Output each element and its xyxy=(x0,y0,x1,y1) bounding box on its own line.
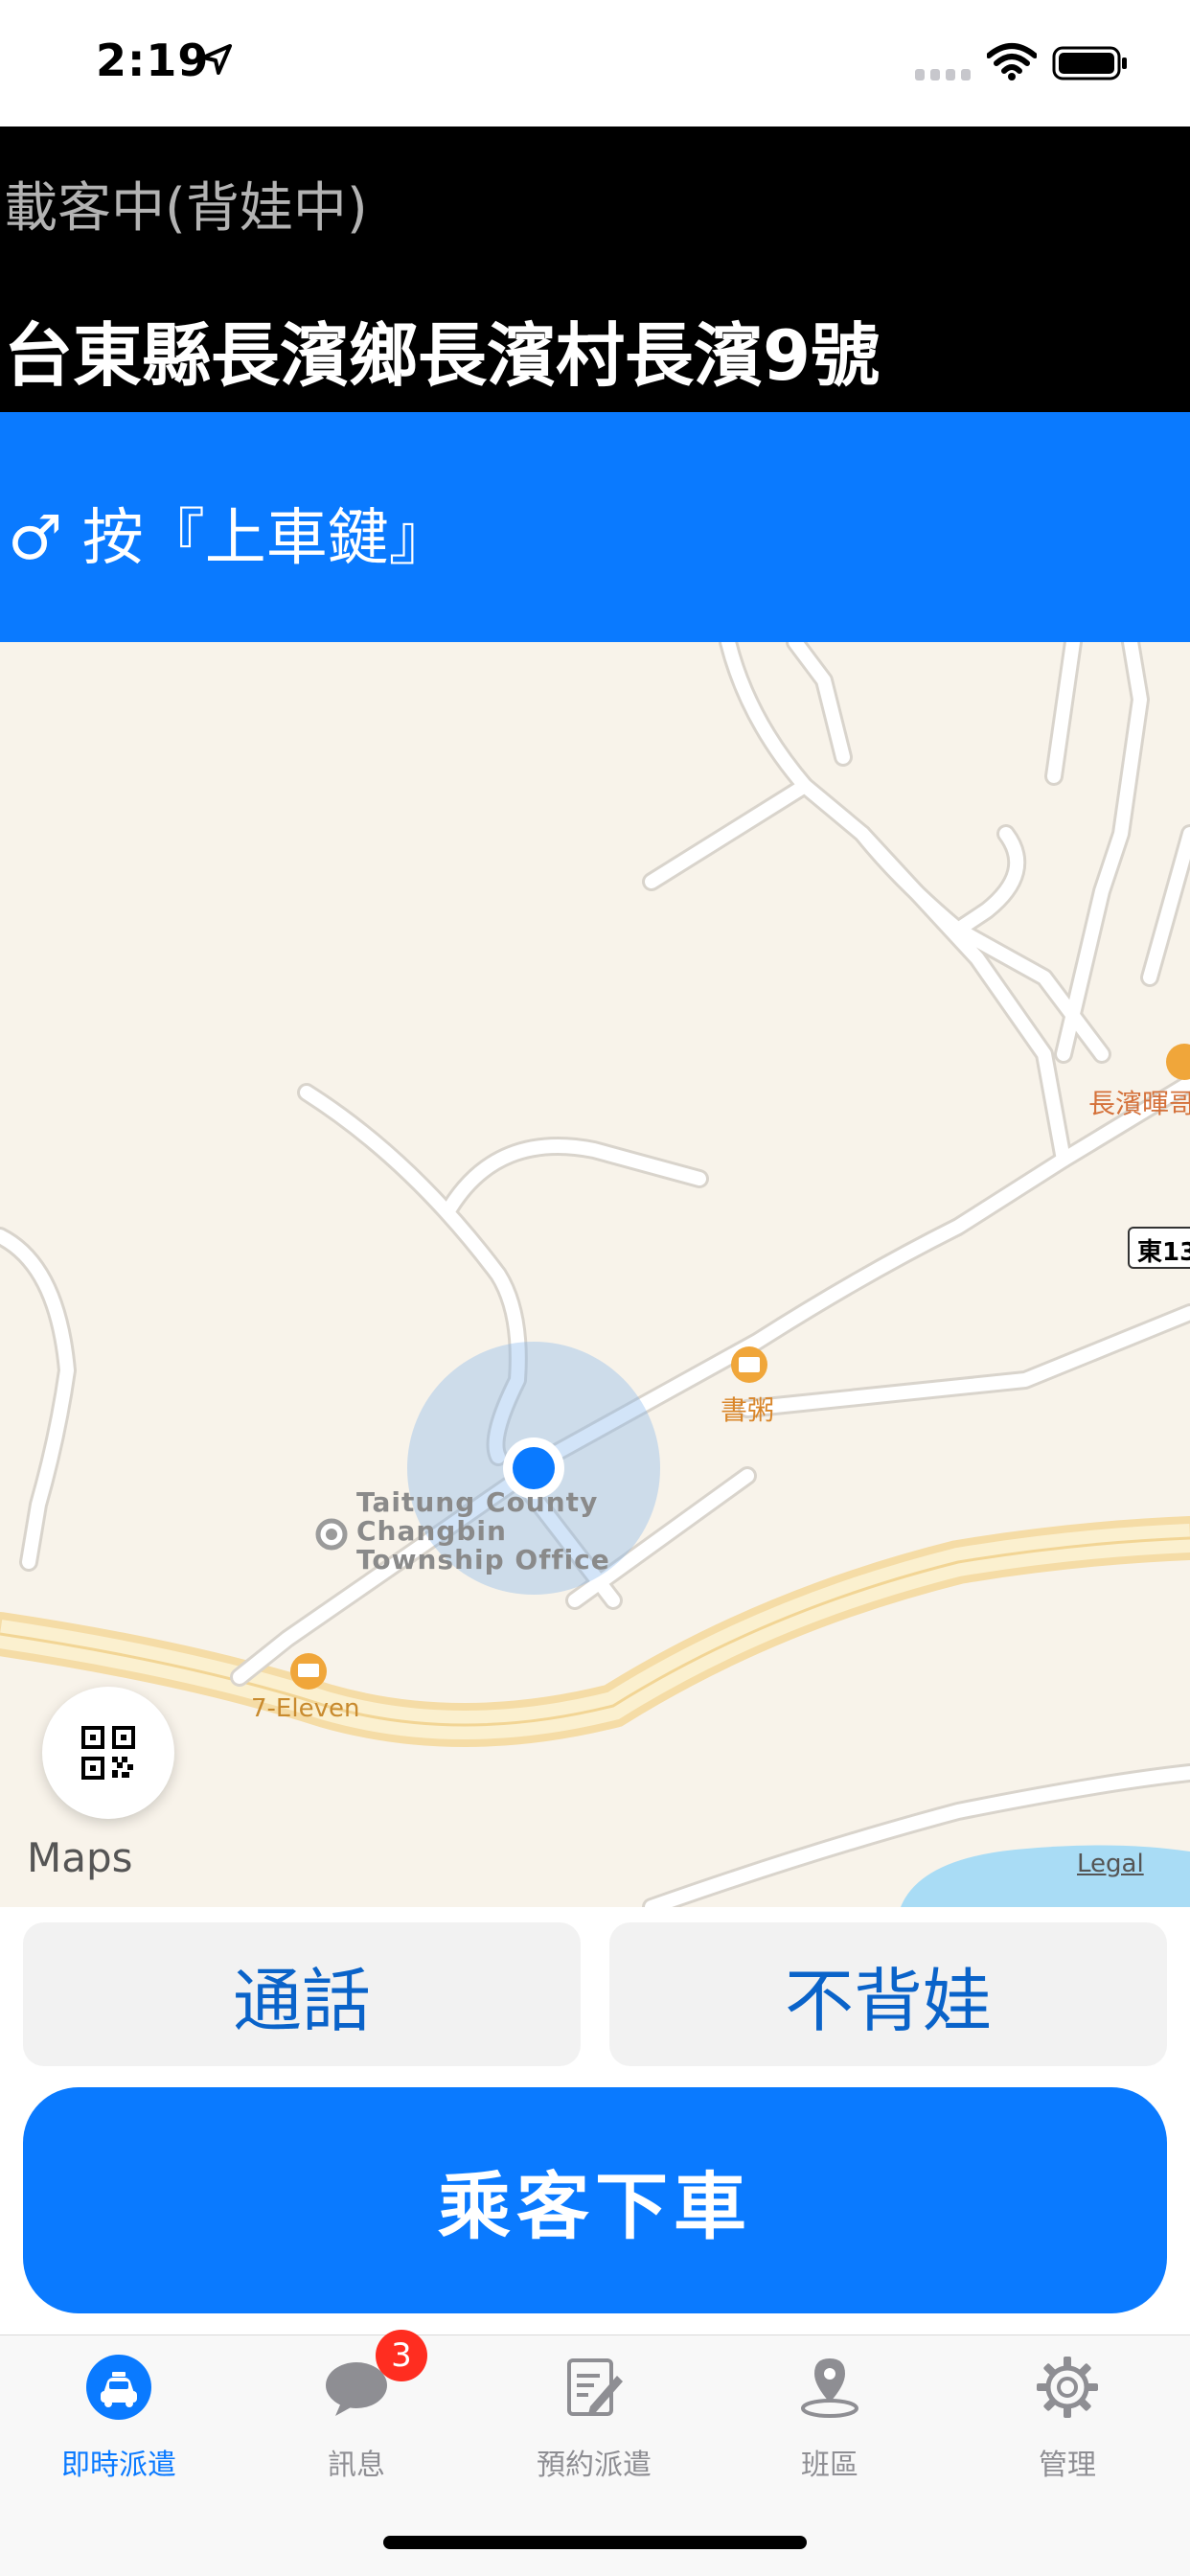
tab-management[interactable]: 管理 xyxy=(972,2355,1163,2498)
passenger-drop-off-button[interactable]: 乘客下車 xyxy=(23,2087,1167,2313)
screen: 2:19 載客中(背娃中) 台東縣長濱鄉長濱村長濱9號 ♂ 按『上車鍵』 書粥 … xyxy=(0,0,1190,2576)
taxi-icon xyxy=(86,2355,151,2420)
poi-office-label[interactable]: Taitung County Changbin Township Office xyxy=(356,1488,610,1575)
map-roads xyxy=(0,642,1190,1907)
map-view[interactable]: 書粥 長濱暉哥 Taitung County Changbin Township… xyxy=(0,642,1190,1907)
poi-seven-eleven-label[interactable]: 7-Eleven xyxy=(251,1694,359,1723)
trip-address: 台東縣長濱鄉長濱村長濱9號 xyxy=(4,315,881,396)
battery-icon xyxy=(1052,46,1127,80)
trip-header: 載客中(背娃中) 台東縣長濱鄉長濱村長濱9號 xyxy=(0,126,1190,412)
tab-label: 訊息 xyxy=(328,2449,385,2482)
road-number-sign: 東13 xyxy=(1128,1227,1190,1269)
no-carry-button[interactable]: 不背娃 xyxy=(609,1922,1167,2066)
tab-label: 預約派遣 xyxy=(537,2449,652,2482)
apple-maps-logo: Maps xyxy=(27,1834,133,1881)
tab-shift-zone[interactable]: 班區 xyxy=(734,2355,926,2498)
map-pin-icon xyxy=(801,2358,858,2418)
office-label-line: Changbin xyxy=(356,1515,507,1547)
tab-instant-dispatch[interactable]: 即時派遣 xyxy=(23,2355,215,2498)
instruction-text: ♂ 按『上車鍵』 xyxy=(8,503,450,574)
poi-bookstore-label[interactable]: 書粥 xyxy=(721,1390,774,1428)
tab-label: 班區 xyxy=(801,2449,858,2482)
gear-icon xyxy=(1037,2357,1098,2418)
status-bar: 2:19 xyxy=(0,0,1190,126)
tab-messages[interactable]: 3 訊息 xyxy=(261,2330,452,2498)
cellular-signal-icon xyxy=(915,69,971,80)
wifi-icon xyxy=(987,43,1037,80)
notepad-edit-icon xyxy=(567,2358,623,2416)
tab-label: 即時派遣 xyxy=(61,2449,176,2482)
maps-logo-text: Maps xyxy=(27,1834,133,1881)
action-button-row: 通話 不背娃 xyxy=(0,1907,1190,2099)
trip-state-text: 載客中(背娃中) xyxy=(4,177,368,240)
status-time: 2:19 xyxy=(96,34,210,86)
tab-reservation-dispatch[interactable]: 預約派遣 xyxy=(498,2355,690,2498)
unread-badge: 3 xyxy=(376,2330,427,2381)
qr-code-icon xyxy=(81,1726,135,1780)
home-indicator[interactable] xyxy=(383,2536,807,2549)
legal-link[interactable]: Legal xyxy=(1077,1850,1144,1878)
qr-code-button[interactable] xyxy=(42,1687,174,1819)
location-arrow-icon xyxy=(201,44,232,75)
office-label-line: Township Office xyxy=(356,1544,610,1576)
instruction-banner: ♂ 按『上車鍵』 xyxy=(0,412,1190,642)
tab-label: 管理 xyxy=(1039,2449,1096,2482)
office-label-line: Taitung County xyxy=(356,1486,599,1518)
poi-changbin-label[interactable]: 長濱暉哥 xyxy=(1088,1083,1190,1121)
call-button[interactable]: 通話 xyxy=(23,1922,581,2066)
